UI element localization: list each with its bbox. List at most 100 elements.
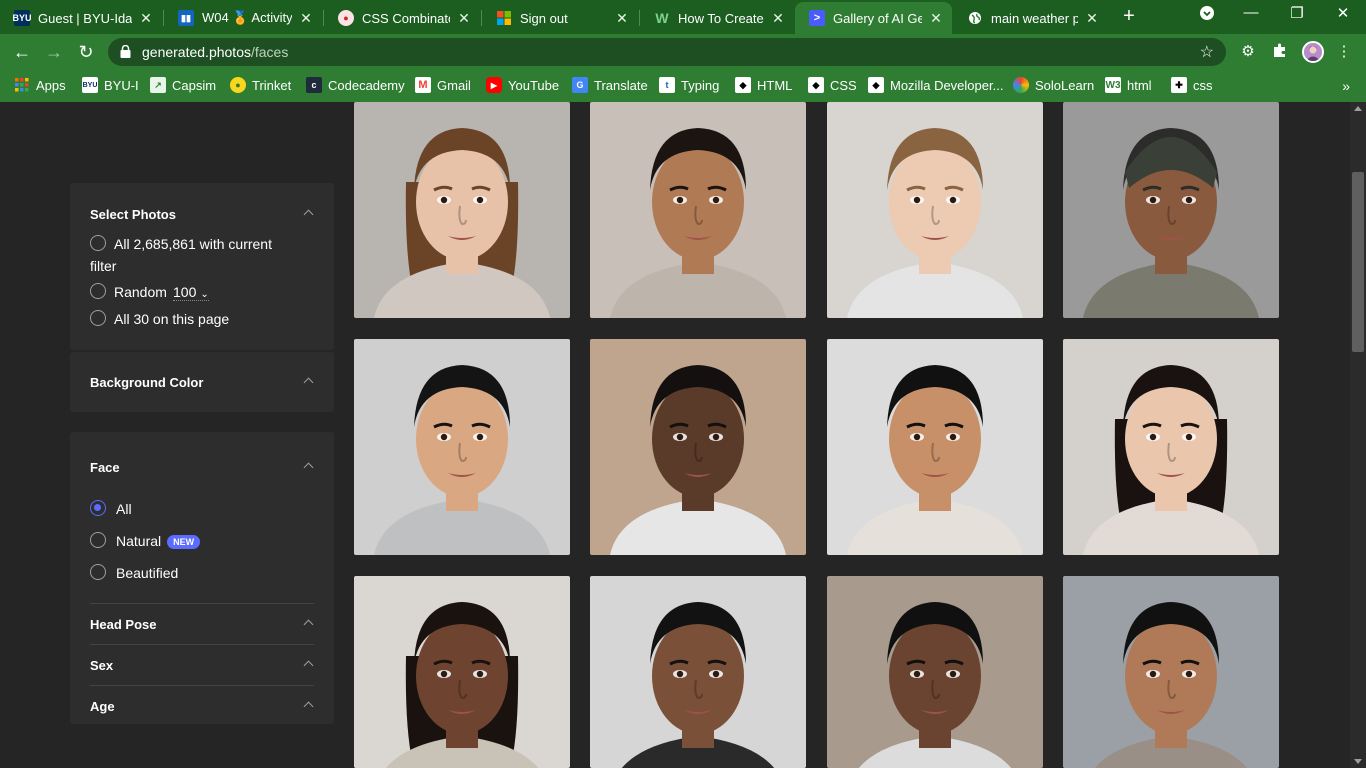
chevron-up-icon[interactable]	[303, 377, 314, 388]
face-photo[interactable]	[590, 102, 806, 318]
chevron-up-icon[interactable]	[303, 619, 314, 630]
tab-sign-out[interactable]: Sign out ✕	[482, 2, 638, 34]
back-arrow-icon[interactable]: ←	[10, 41, 34, 63]
radio-face-natural[interactable]	[90, 532, 106, 548]
radio-face-beautified[interactable]	[90, 564, 106, 580]
scroll-up-arrow-icon[interactable]	[1354, 106, 1362, 111]
tab-strip: BYU Guest | BYU-Idaho ✕ ▮▮ W04 🏅 Activit…	[0, 0, 1366, 34]
capsim-icon: ↗	[150, 77, 166, 93]
radio-all-filtered[interactable]	[90, 235, 106, 251]
bookmark-label: Apps	[36, 77, 66, 93]
restore-icon[interactable]: ❐	[1274, 4, 1320, 22]
bookmark-label: YouTube	[508, 77, 560, 93]
bookmark-sololearn[interactable]: SoloLearn	[1013, 77, 1094, 93]
new-tab-plus-icon[interactable]: +	[1118, 5, 1140, 27]
bookmark-star-icon[interactable]: ☆	[1200, 42, 1214, 62]
page-content: Select Photos All 2,685,861 with current…	[0, 102, 1350, 768]
scroll-down-arrow-icon[interactable]	[1354, 759, 1362, 764]
face-photo[interactable]	[590, 576, 806, 768]
lock-icon	[120, 44, 131, 58]
face-photo[interactable]	[590, 339, 806, 555]
face-photo[interactable]	[827, 339, 1043, 555]
option-page-label: All 30 on this page	[114, 311, 230, 327]
tab-css-combinators[interactable]: ● CSS Combinators ✕	[324, 2, 480, 34]
url-text: generated.photos/faces	[142, 44, 288, 60]
close-icon[interactable]: ✕	[770, 10, 786, 27]
bookmark-translate[interactable]: G Translate	[572, 77, 648, 93]
sex-title[interactable]: Sex	[90, 658, 113, 673]
bookmark-gmail[interactable]: M Gmail	[415, 77, 471, 93]
tab-title: How To Create an	[678, 10, 764, 26]
close-icon[interactable]: ✕	[456, 10, 472, 27]
css-puzzle-icon: ✚	[1171, 77, 1187, 93]
chevron-up-icon[interactable]	[303, 209, 314, 220]
chevron-up-icon[interactable]	[303, 462, 314, 473]
bookmark-css[interactable]: ◆ CSS	[808, 77, 857, 93]
face-photo[interactable]	[354, 102, 570, 318]
bookmark-mdn[interactable]: ◆ Mozilla Developer...	[868, 77, 1003, 93]
face-option-all: All	[116, 501, 132, 517]
divider	[90, 644, 314, 645]
url-path: /faces	[250, 44, 289, 60]
address-bar[interactable]: generated.photos/faces ☆	[108, 38, 1226, 66]
profile-avatar[interactable]	[1302, 41, 1324, 63]
bookmark-capsim[interactable]: ↗ Capsim	[150, 77, 216, 93]
close-icon[interactable]: ✕	[1084, 10, 1100, 27]
random-count-select[interactable]: 100 ⌄	[173, 284, 209, 301]
close-icon[interactable]: ✕	[614, 10, 630, 27]
close-icon[interactable]: ✕	[298, 10, 314, 27]
face-photo[interactable]	[827, 576, 1043, 768]
face-filter-panel: Face All Natural NEW Beautified Head Pose…	[70, 432, 334, 724]
reload-icon[interactable]: ↻	[74, 41, 98, 63]
close-icon[interactable]: ✕	[138, 10, 154, 27]
age-title[interactable]: Age	[90, 699, 115, 714]
face-photo[interactable]	[827, 102, 1043, 318]
tab-how-to-create[interactable]: W How To Create an ✕	[640, 2, 794, 34]
face-photo[interactable]	[1063, 102, 1279, 318]
radio-random[interactable]	[90, 283, 106, 299]
extensions-puzzle-icon[interactable]	[1270, 42, 1290, 62]
radio-page[interactable]	[90, 310, 106, 326]
face-photo[interactable]	[354, 576, 570, 768]
bookmark-typing[interactable]: t Typing	[659, 77, 719, 93]
settings-gear-icon[interactable]: ⚙	[1238, 42, 1258, 62]
chevron-down-icon: ⌄	[200, 289, 209, 300]
face-photo[interactable]	[354, 339, 570, 555]
background-color-title: Background Color	[90, 375, 204, 390]
bookmark-trinket[interactable]: ● Trinket	[230, 77, 291, 93]
bookmark-w3-html[interactable]: W3 html	[1105, 77, 1152, 93]
bookmark-css-puzzle[interactable]: ✚ css	[1171, 77, 1213, 93]
chevron-up-icon[interactable]	[303, 701, 314, 712]
bookmark-label: css	[1193, 77, 1213, 93]
face-photo[interactable]	[1063, 339, 1279, 555]
scrollbar[interactable]	[1350, 102, 1366, 768]
face-photo[interactable]	[1063, 576, 1279, 768]
window-close-icon[interactable]: ✕	[1320, 4, 1366, 22]
more-bookmarks-icon[interactable]: »	[1342, 78, 1350, 94]
tab-search-icon[interactable]	[1184, 6, 1230, 24]
head-pose-title[interactable]: Head Pose	[90, 617, 156, 632]
scrollbar-thumb[interactable]	[1352, 172, 1364, 352]
close-icon[interactable]: ✕	[928, 10, 944, 27]
bookmark-codecademy[interactable]: c Codecademy	[306, 77, 405, 93]
bookmark-apps[interactable]: Apps	[14, 77, 66, 93]
bookmark-label: Typing	[681, 77, 720, 93]
menu-kebab-icon[interactable]: ⋮	[1334, 42, 1354, 62]
radio-face-all[interactable]	[90, 500, 106, 516]
tab-gallery-ai-faces[interactable]: > Gallery of AI Gen ✕	[795, 2, 952, 34]
minimize-icon[interactable]: —	[1228, 4, 1274, 21]
byu-icon: BYU	[13, 10, 32, 26]
tab-byu-guest[interactable]: BYU Guest | BYU-Idaho ✕	[0, 2, 162, 34]
byu-icon: BYU	[82, 77, 98, 93]
bookmark-byu-i[interactable]: BYU BYU-I	[82, 77, 139, 93]
face-option-natural: Natural	[116, 533, 162, 549]
forward-arrow-icon[interactable]: →	[42, 41, 66, 63]
chevron-up-icon[interactable]	[303, 660, 314, 671]
w3-avatar-icon: ●	[338, 10, 354, 26]
bar-chart-icon: ▮▮	[178, 10, 194, 26]
bookmark-youtube[interactable]: ▶ YouTube	[486, 77, 559, 93]
tab-main-weather[interactable]: main weather pag ✕	[953, 2, 1108, 34]
tab-w04-activity[interactable]: ▮▮ W04 🏅 Activity: ✕	[164, 2, 322, 34]
background-color-panel[interactable]: Background Color	[70, 352, 334, 412]
bookmark-html[interactable]: ◆ HTML	[735, 77, 792, 93]
